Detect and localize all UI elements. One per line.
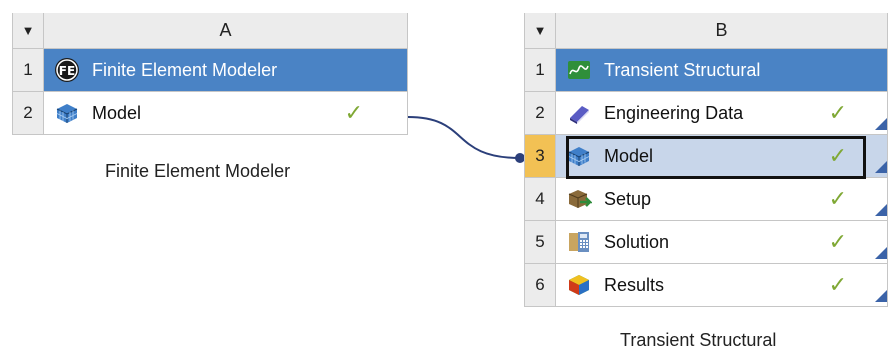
svg-text:FE: FE	[59, 64, 75, 78]
row-number: 2	[12, 92, 44, 134]
system-a-header: ▼ A	[12, 13, 408, 49]
system-b-title-label: Transient Structural	[604, 59, 761, 80]
setup-label: Setup	[604, 188, 652, 209]
solution-icon	[566, 229, 592, 255]
system-a-caption[interactable]: Finite Element Modeler	[105, 161, 290, 182]
status-check-icon: ✓	[828, 100, 847, 125]
fe-icon: FE	[54, 57, 80, 83]
results-icon	[566, 272, 592, 298]
row-number: 4	[524, 178, 556, 220]
row-number: 1	[12, 49, 44, 91]
system-b-menu-arrow[interactable]: ▼	[524, 13, 556, 48]
setup-icon	[566, 186, 594, 212]
solution-row[interactable]: 5 Solution ✓	[524, 221, 888, 264]
system-b-caption[interactable]: Transient Structural	[620, 330, 776, 351]
setup-row[interactable]: 4 Setup ✓	[524, 178, 888, 221]
cell-corner-indicator-icon	[875, 247, 887, 259]
transient-structural-icon	[566, 57, 592, 83]
system-b-header: ▼ B	[524, 13, 888, 49]
engineering-data-row[interactable]: 2 Engineering Data ✓	[524, 92, 888, 135]
model-link-line	[407, 116, 521, 159]
status-check-icon: ✓	[828, 272, 847, 297]
row-number: 6	[524, 264, 556, 306]
results-row[interactable]: 6 Results ✓	[524, 264, 888, 307]
cell-corner-indicator-icon	[875, 290, 887, 302]
system-a-title-label: Finite Element Modeler	[92, 59, 278, 80]
row-number: 1	[524, 49, 556, 91]
system-a-model-label: Model	[92, 102, 142, 123]
system-a-menu-arrow[interactable]: ▼	[12, 13, 44, 48]
system-a-column-letter: A	[219, 20, 232, 40]
cell-corner-indicator-icon	[875, 161, 887, 173]
status-check-icon: ✓	[344, 100, 363, 125]
engineering-data-label: Engineering Data	[604, 102, 744, 123]
row-number: 2	[524, 92, 556, 134]
engineering-data-icon	[566, 100, 592, 126]
system-a: ▼ A 1 FE Finite Element Modeler 2 Model …	[12, 13, 408, 135]
row-number: 3	[524, 135, 556, 177]
status-check-icon: ✓	[828, 186, 847, 211]
results-label: Results	[604, 274, 665, 295]
model-cell-selection-outline	[566, 136, 866, 179]
system-a-title-row[interactable]: 1 FE Finite Element Modeler	[12, 49, 408, 92]
row-number: 5	[524, 221, 556, 263]
system-b-title-row[interactable]: 1 Transient Structural	[524, 49, 888, 92]
system-b-column-letter: B	[715, 20, 728, 40]
solution-label: Solution	[604, 231, 670, 252]
cell-corner-indicator-icon	[875, 204, 887, 216]
status-check-icon: ✓	[828, 229, 847, 254]
system-a-model-row[interactable]: 2 Model ✓	[12, 92, 408, 135]
model-icon	[54, 100, 80, 126]
cell-corner-indicator-icon	[875, 118, 887, 130]
